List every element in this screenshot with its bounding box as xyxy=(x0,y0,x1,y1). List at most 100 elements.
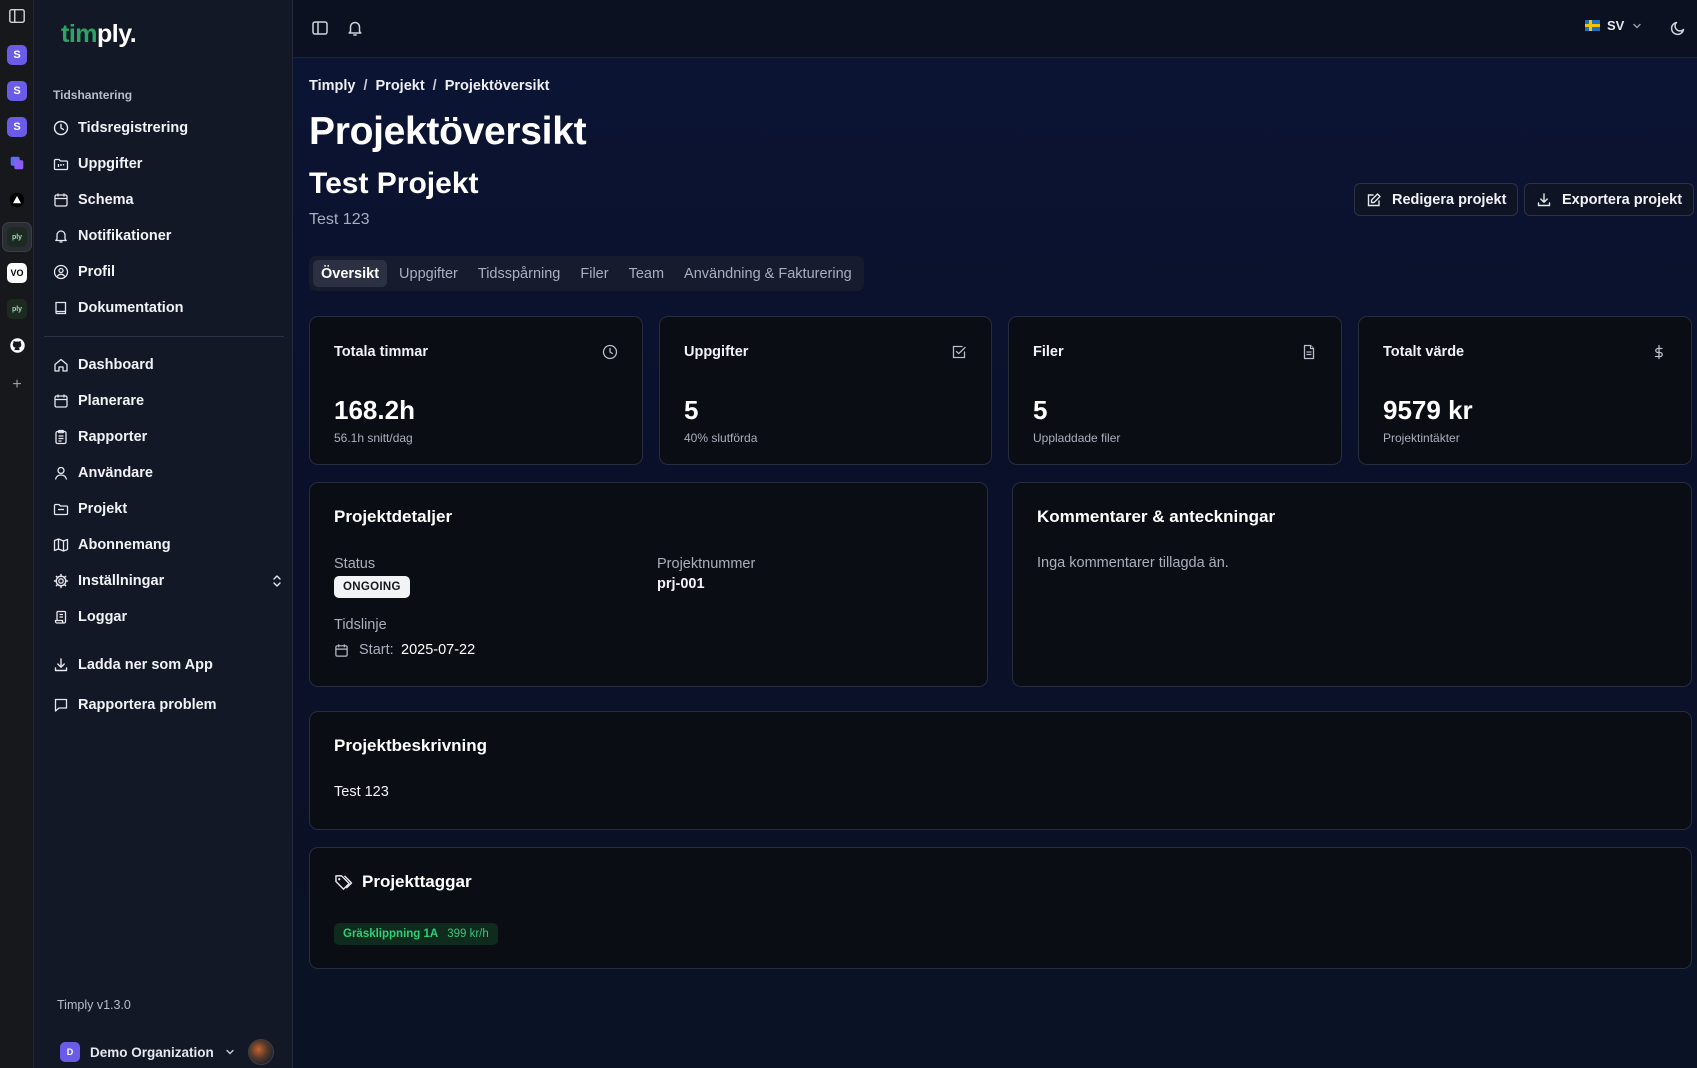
stat-value: 5 xyxy=(684,395,699,425)
sidebar-item-label: Ladda ner som App xyxy=(78,657,213,673)
tab-tidssparning[interactable]: Tidsspårning xyxy=(470,260,568,287)
sidebar-item-schema[interactable]: Schema xyxy=(53,185,283,215)
user-icon xyxy=(54,466,68,480)
stat-card-files: Filer 5 Uppladdade filer xyxy=(1008,316,1342,465)
project-number-label: Projektnummer xyxy=(657,556,756,572)
app-logo[interactable]: timply. xyxy=(61,20,137,49)
vo-app-icon[interactable]: VO xyxy=(7,263,27,283)
stat-title: Uppgifter xyxy=(684,344,749,360)
swedish-flag-icon xyxy=(1585,20,1600,31)
home-icon xyxy=(54,358,68,372)
check-square-icon xyxy=(952,345,966,359)
stat-subtitle: Uppladdade filer xyxy=(1033,431,1121,445)
chevron-up-down-icon[interactable] xyxy=(271,574,283,588)
export-project-button[interactable]: Exportera projekt xyxy=(1524,183,1695,216)
tag-name: Gräsklippning 1A xyxy=(343,928,439,940)
tab-filer[interactable]: Filer xyxy=(572,260,616,287)
project-number-value: prj-001 xyxy=(657,576,705,592)
sidebar-item-label: Schema xyxy=(78,192,134,208)
avatar[interactable] xyxy=(248,1039,274,1065)
clipboard-icon xyxy=(55,429,67,445)
calendar-icon xyxy=(54,193,68,207)
sidebar-toggle-icon[interactable] xyxy=(7,6,27,26)
sidebar-item-label: Loggar xyxy=(78,609,128,625)
triangle-app-icon[interactable] xyxy=(7,190,27,210)
bell-icon[interactable] xyxy=(346,19,364,37)
tag-price: 399 kr/h xyxy=(447,928,489,940)
dollar-icon xyxy=(1654,344,1663,360)
organization-name: Demo Organization xyxy=(90,1044,214,1060)
breadcrumb-item[interactable]: Timply xyxy=(309,78,355,94)
chevron-down-icon xyxy=(1633,23,1642,28)
s-app-icon[interactable]: S xyxy=(7,45,27,65)
sidebar: timply. Tidshantering Tidsregistrering U… xyxy=(34,0,293,1068)
sidebar-item-anvandare[interactable]: Användare xyxy=(53,458,283,488)
sidebar-item-ladda-ner-app[interactable]: Ladda ner som App xyxy=(53,650,283,680)
sidebar-item-rapporter[interactable]: Rapporter xyxy=(53,422,283,452)
status-label: Status xyxy=(334,556,376,572)
sidebar-item-projekt[interactable]: Projekt xyxy=(53,494,283,524)
stat-subtitle: Projektintäkter xyxy=(1383,431,1460,445)
timply-app-icon[interactable]: ply xyxy=(7,227,27,247)
stat-card-total-hours: Totala timmar 168.2h 56.1h snitt/dag xyxy=(309,316,643,465)
folder-icon xyxy=(53,503,69,516)
sidebar-section-label: Tidshantering xyxy=(53,88,133,102)
stat-card-tasks: Uppgifter 5 40% slutförda xyxy=(659,316,992,465)
sidebar-item-label: Uppgifter xyxy=(78,156,143,172)
s-app-icon[interactable]: S xyxy=(7,117,27,137)
app-version: Timply v1.3.0 xyxy=(57,998,131,1012)
tab-anvandning-fakturering[interactable]: Användning & Fakturering xyxy=(676,260,860,287)
sidebar-item-installningar[interactable]: Inställningar xyxy=(53,566,283,596)
sidebar-item-label: Användare xyxy=(78,465,153,481)
sidebar-item-label: Planerare xyxy=(78,393,145,409)
stat-title: Totalt värde xyxy=(1383,344,1465,360)
github-icon[interactable] xyxy=(7,335,27,355)
panel-toggle-icon[interactable] xyxy=(311,19,329,37)
sidebar-item-label: Inställningar xyxy=(78,573,165,589)
sidebar-item-dashboard[interactable]: Dashboard xyxy=(53,350,283,380)
sidebar-item-rapportera-problem[interactable]: Rapportera problem xyxy=(53,690,283,720)
timply-app-icon[interactable]: ply xyxy=(7,299,27,319)
sidebar-item-notifikationer[interactable]: Notifikationer xyxy=(53,221,283,251)
language-selector[interactable]: SV xyxy=(1585,18,1643,33)
org-badge: D xyxy=(60,1042,80,1062)
plus-icon[interactable]: + xyxy=(7,375,27,395)
s-app-icon[interactable]: S xyxy=(7,81,27,101)
book-icon xyxy=(55,301,67,315)
sidebar-item-planerare[interactable]: Planerare xyxy=(53,386,283,416)
sidebar-item-tidsregistrering[interactable]: Tidsregistrering xyxy=(53,113,283,143)
start-date: 2025-07-22 xyxy=(401,642,476,658)
chevron-down-icon xyxy=(226,1049,234,1055)
sidebar-item-label: Profil xyxy=(78,264,116,280)
sidebar-item-dokumentation[interactable]: Dokumentation xyxy=(53,293,283,323)
breadcrumb-item-current: Projektöversikt xyxy=(444,78,550,94)
project-tag[interactable]: Gräsklippning 1A 399 kr/h xyxy=(334,923,498,945)
edit-project-button[interactable]: Redigera projekt xyxy=(1354,183,1519,216)
theme-toggle-icon[interactable] xyxy=(1669,19,1687,37)
sidebar-item-label: Dashboard xyxy=(78,357,154,373)
project-subtitle: Test 123 xyxy=(309,211,370,228)
copy-app-icon[interactable] xyxy=(7,153,27,173)
stat-title: Totala timmar xyxy=(334,344,429,360)
sidebar-item-loggar[interactable]: Loggar xyxy=(53,602,283,632)
sidebar-item-uppgifter[interactable]: Uppgifter xyxy=(53,149,283,179)
project-description-card: Projektbeskrivning Test 123 xyxy=(309,711,1692,830)
timeline-label: Tidslinje xyxy=(334,617,387,633)
sidebar-item-profil[interactable]: Profil xyxy=(53,257,283,287)
project-name: Test Projekt xyxy=(309,167,479,200)
comments-empty-text: Inga kommentarer tillagda än. xyxy=(1037,555,1229,571)
breadcrumb-item[interactable]: Projekt xyxy=(376,78,425,94)
page-title: Projektöversikt xyxy=(309,110,587,153)
stat-value: 168.2h xyxy=(334,395,415,425)
download-icon xyxy=(1537,192,1551,206)
logs-icon xyxy=(54,610,67,624)
tab-uppgifter[interactable]: Uppgifter xyxy=(391,260,466,287)
calendar-icon xyxy=(335,644,348,657)
stat-subtitle: 56.1h snitt/dag xyxy=(334,431,413,445)
organization-switcher[interactable]: D Demo Organization xyxy=(60,1040,236,1064)
stat-subtitle: 40% slutförda xyxy=(684,431,758,445)
card-title: Projektdetaljer xyxy=(334,507,453,526)
tab-oversikt[interactable]: Översikt xyxy=(313,260,388,287)
tab-team[interactable]: Team xyxy=(621,260,672,287)
sidebar-item-abonnemang[interactable]: Abonnemang xyxy=(53,530,283,560)
